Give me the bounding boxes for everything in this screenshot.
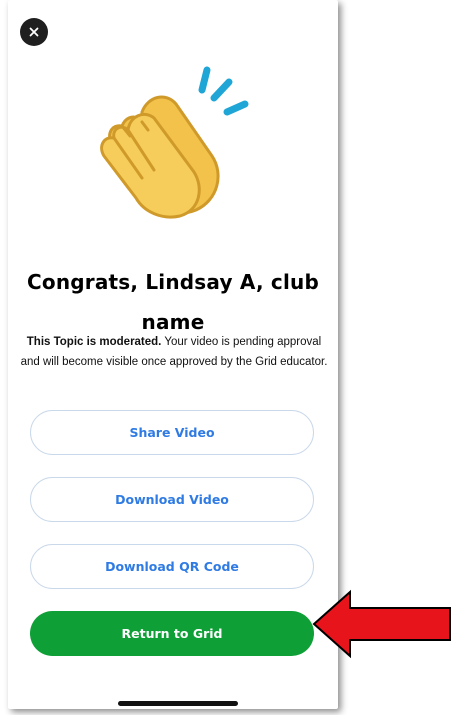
moderation-message-bold: This Topic is moderated.: [26, 336, 162, 348]
home-indicator: [118, 701, 238, 706]
close-icon: [29, 27, 39, 37]
red-arrow-icon: [312, 589, 451, 659]
return-to-grid-button[interactable]: Return to Grid: [30, 611, 314, 656]
close-button[interactable]: [20, 18, 48, 46]
download-video-button[interactable]: Download Video: [30, 477, 314, 522]
modal-card: Congrats, Lindsay A, club name This Topi…: [8, 0, 338, 709]
moderation-message: This Topic is moderated. Your video is p…: [20, 332, 328, 372]
clapping-hands-icon: [100, 66, 249, 219]
page-title: Congrats, Lindsay A, club name: [27, 270, 319, 334]
download-qr-code-button[interactable]: Download QR Code: [30, 544, 314, 589]
share-video-button[interactable]: Share Video: [30, 410, 314, 455]
